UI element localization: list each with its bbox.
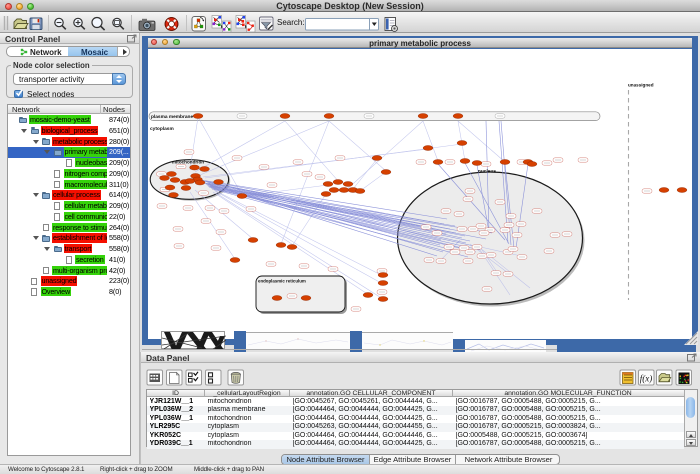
svg-text:nucleus: nucleus <box>478 169 496 175</box>
svg-text:endoplasmic reticulum: endoplasmic reticulum <box>258 279 306 284</box>
svg-text:plasma membrane: plasma membrane <box>151 114 193 120</box>
svg-text:cytoplasm: cytoplasm <box>150 126 174 132</box>
svg-text:mitochondrion: mitochondrion <box>172 160 204 165</box>
svg-text:f(x): f(x) <box>640 374 653 384</box>
svg-text:unassigned: unassigned <box>628 83 654 88</box>
